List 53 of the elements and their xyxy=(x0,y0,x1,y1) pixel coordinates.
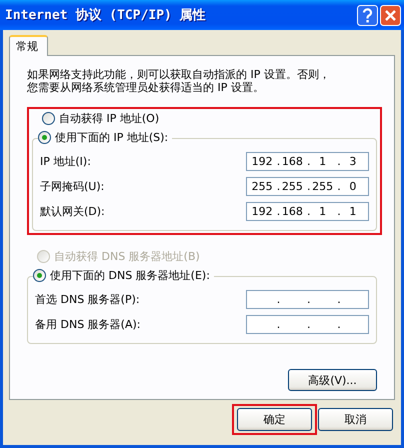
dot-separator: . xyxy=(337,154,341,168)
octet-text: 1 xyxy=(319,154,326,168)
octet-text: 192 xyxy=(252,154,273,168)
dot-separator: . xyxy=(337,318,341,332)
field-label: 首选 DNS 服务器(P): xyxy=(35,292,140,307)
dot-separator: . xyxy=(337,180,341,194)
dot-separator: . xyxy=(307,154,310,168)
octet-text: 168 xyxy=(282,154,303,168)
ip-address-field[interactable]: 192 .168 . 1 . 1 xyxy=(246,202,369,221)
close-icon[interactable] xyxy=(380,4,401,26)
ip-address-field[interactable]: . . . xyxy=(246,290,369,309)
dot-separator: . xyxy=(276,180,280,194)
tab[interactable]: 常规 xyxy=(9,35,48,56)
radio-label: 自动获得 DNS 服务器地址(B) xyxy=(54,249,200,264)
radio-button[interactable] xyxy=(33,269,46,282)
dialog-button[interactable]: 确定 xyxy=(237,408,312,431)
octet-text: 255 xyxy=(252,180,273,194)
radio-button[interactable] xyxy=(38,131,51,144)
dot-separator: . xyxy=(276,154,280,168)
dot-separator: . xyxy=(276,318,280,332)
radio-label: 使用下面的 DNS 服务器地址(E): xyxy=(50,268,210,283)
field-label: 备用 DNS 服务器(A): xyxy=(35,317,140,332)
octet-text: 1 xyxy=(349,204,356,218)
ip-address-field[interactable]: 192 .168 . 1 . 3 xyxy=(246,152,369,171)
dialog-button[interactable]: 取消 xyxy=(318,408,393,431)
dot-separator: . xyxy=(276,292,280,306)
ip-address-field[interactable]: . . . xyxy=(246,315,369,334)
dot-separator: . xyxy=(337,204,341,218)
dot-separator: . xyxy=(307,204,310,218)
octet-text: 0 xyxy=(349,180,356,194)
advanced-button[interactable]: 高级(V)... xyxy=(288,369,377,391)
description-text: 您需要从网络系统管理员处获得适当的 IP 设置。 xyxy=(27,81,265,94)
octet-text: 255 xyxy=(282,180,303,194)
field-label: 子网掩码(U): xyxy=(40,179,104,194)
octet-text: 255 xyxy=(312,180,334,194)
dot-separator: . xyxy=(307,180,310,194)
help-icon[interactable] xyxy=(357,4,378,26)
dot-separator: . xyxy=(276,204,280,218)
radio-label: 使用下面的 IP 地址(S): xyxy=(55,130,168,145)
radio-label: 自动获得 IP 地址(O) xyxy=(59,111,160,126)
radio-button[interactable] xyxy=(42,112,55,125)
field-label: 默认网关(D): xyxy=(40,204,105,219)
dot-separator: . xyxy=(307,292,310,306)
description-text: 如果网络支持此功能，则可以获取自动指派的 IP 设置。否则， xyxy=(27,68,331,81)
octet-text: 192 xyxy=(252,204,273,218)
dot-separator: . xyxy=(337,292,341,306)
octet-text: 168 xyxy=(282,204,303,218)
dot-separator: . xyxy=(307,318,310,332)
octet-text: 3 xyxy=(349,154,356,168)
window-title: Internet 协议 (TCP/IP) 属性 xyxy=(5,6,206,24)
field-label: IP 地址(I): xyxy=(40,154,91,169)
ip-address-field[interactable]: 255 .255 .255 . 0 xyxy=(246,177,369,196)
octet-text: 1 xyxy=(319,204,326,218)
